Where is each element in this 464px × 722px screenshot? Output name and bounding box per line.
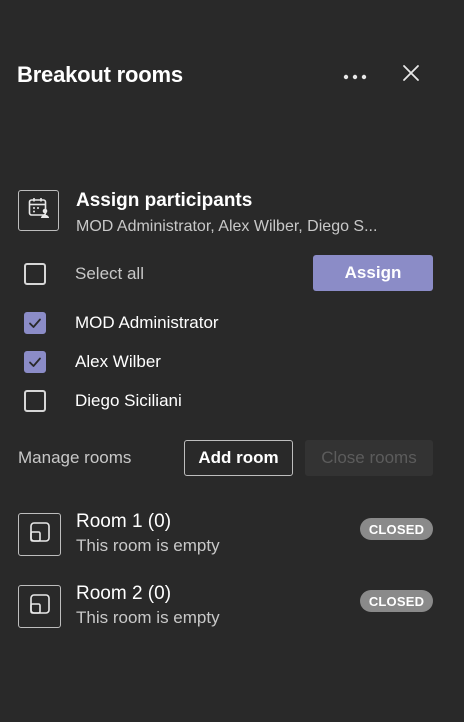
room-icon-box: [18, 585, 61, 628]
select-all-label: Select all: [75, 264, 144, 283]
close-button[interactable]: [398, 62, 424, 88]
room-name: Room 1 (0): [76, 511, 172, 532]
assign-participants-icon-box: [18, 190, 59, 231]
assign-participants-title: Assign participants: [76, 190, 253, 211]
checkmark-icon: [29, 357, 41, 367]
assign-participants-summary: MOD Administrator, Alex Wilber, Diego S.…: [76, 218, 378, 235]
status-badge: CLOSED: [360, 590, 433, 612]
participant-name: Alex Wilber: [75, 352, 161, 371]
participant-checkbox[interactable]: [24, 312, 46, 334]
participant-checkbox[interactable]: [24, 351, 46, 373]
participant-row[interactable]: MOD Administrator: [24, 310, 219, 336]
room-icon: [28, 520, 52, 549]
close-rooms-button: Close rooms: [305, 440, 433, 476]
close-icon: [402, 64, 420, 87]
room-item[interactable]: Room 1 (0) This room is empty CLOSED: [18, 511, 433, 563]
calendar-people-icon: [27, 196, 51, 225]
select-all-checkbox[interactable]: [24, 263, 46, 285]
manage-rooms-label: Manage rooms: [18, 448, 132, 467]
room-name: Room 2 (0): [76, 583, 172, 604]
breakout-rooms-panel: Breakout rooms Assign participants MOD A…: [0, 0, 464, 722]
assign-button[interactable]: Assign: [313, 255, 433, 291]
participant-checkbox[interactable]: [24, 390, 46, 412]
status-badge: CLOSED: [360, 518, 433, 540]
participant-row[interactable]: Diego Siciliani: [24, 388, 182, 414]
checkmark-icon: [29, 318, 41, 328]
room-status: This room is empty: [76, 608, 220, 627]
room-icon: [28, 592, 52, 621]
participant-name: MOD Administrator: [75, 313, 219, 332]
room-icon-box: [18, 513, 61, 556]
panel-title: Breakout rooms: [17, 62, 183, 87]
participant-name: Diego Siciliani: [75, 391, 182, 410]
more-options-button[interactable]: [340, 63, 370, 89]
participant-row[interactable]: Alex Wilber: [24, 349, 161, 375]
select-all-row[interactable]: Select all: [24, 261, 144, 287]
more-options-icon: [343, 67, 367, 85]
room-item[interactable]: Room 2 (0) This room is empty CLOSED: [18, 583, 433, 635]
room-status: This room is empty: [76, 536, 220, 555]
add-room-button[interactable]: Add room: [184, 440, 293, 476]
